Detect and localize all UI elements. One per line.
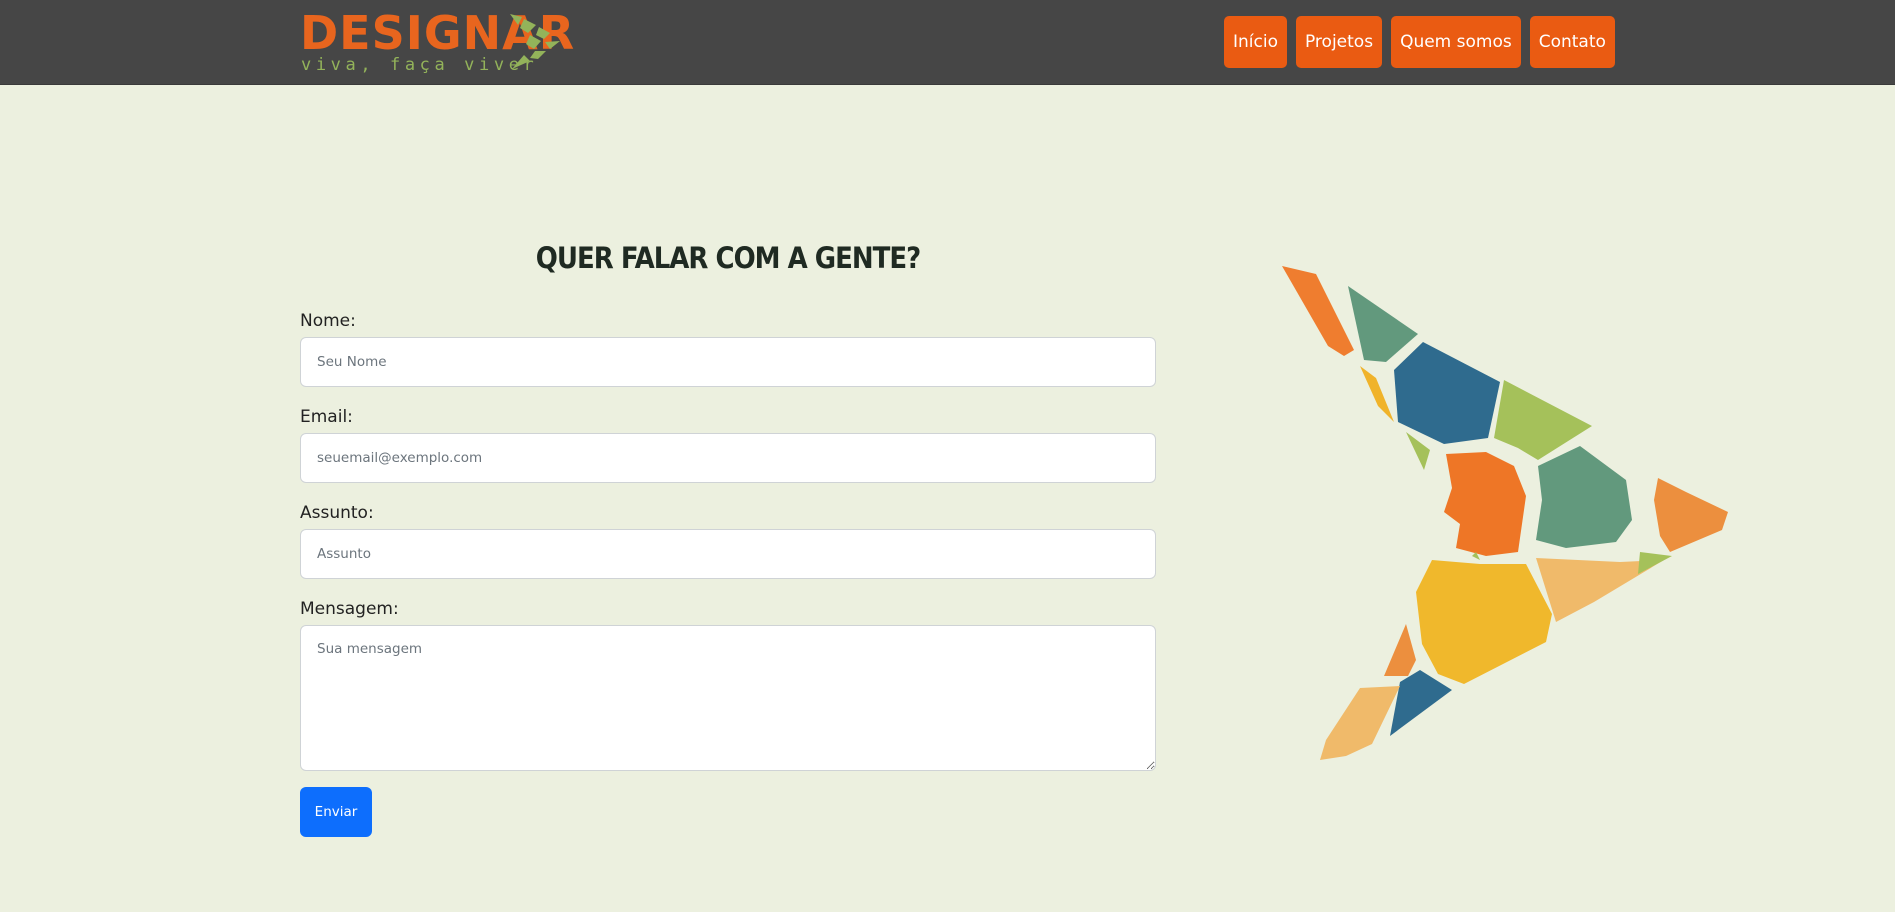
submit-button[interactable]: Enviar [300,787,372,837]
subject-label: Assunto: [300,503,374,523]
nav-item-projetos[interactable]: Projetos [1295,16,1383,68]
nav-item-inicio[interactable]: Início [1224,16,1287,68]
logo-tagline: viva, faça viver [301,55,539,75]
mosaic-arrow-illustration [1282,266,1728,760]
email-input[interactable] [300,433,1156,483]
nav-item-contato[interactable]: Contato [1529,16,1615,68]
mosaic-arrow-icon [510,14,560,69]
email-label: Email: [300,407,353,427]
form-title: QUER FALAR COM A GENTE? [535,242,921,276]
name-input[interactable] [300,337,1156,387]
name-label: Nome: [300,311,356,331]
message-label: Mensagem: [300,599,399,619]
navbar: DESIGNAR viva, faça viver Início Projeto… [0,0,1895,85]
main-nav: Início Projetos Quem somos Contato [1224,16,1615,68]
logo[interactable]: DESIGNAR viva, faça viver [300,8,574,75]
nav-item-quem-somos[interactable]: Quem somos [1391,16,1521,68]
subject-input[interactable] [300,529,1156,579]
message-textarea[interactable] [300,625,1156,771]
